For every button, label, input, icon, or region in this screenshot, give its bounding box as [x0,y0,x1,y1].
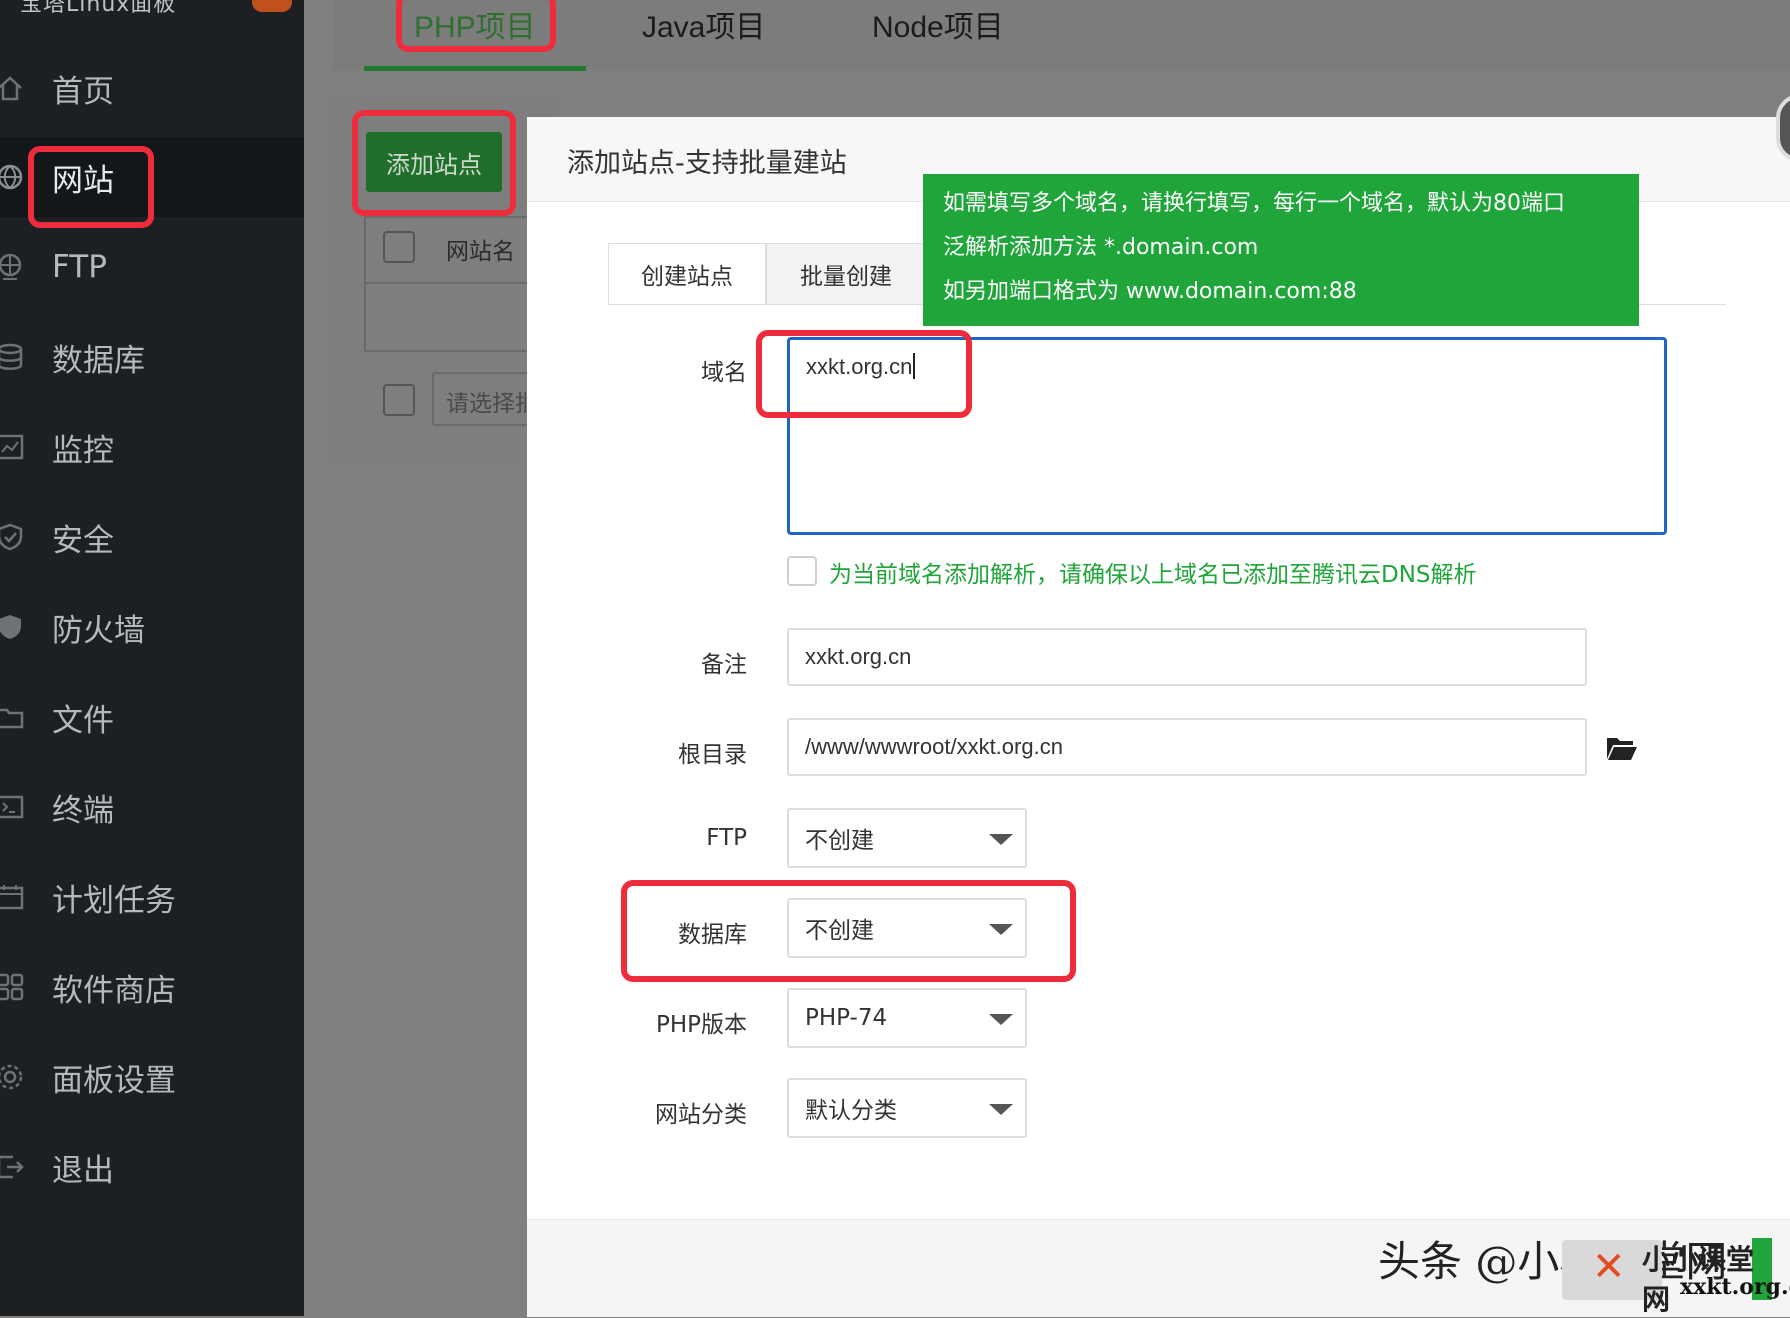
dns-resolve-checkbox[interactable] [787,556,817,586]
php-version-label: PHP版本 [655,1012,747,1038]
monitor-icon [0,431,26,463]
sidebar-item-label: 终端 [52,792,114,829]
sidebar-item-label: 计划任务 [52,882,176,919]
sidebar-item-app-store[interactable]: 软件商店 [0,947,304,1027]
ftp-value: 不创建 [805,828,874,854]
category-label: 网站分类 [655,1102,747,1128]
tab-create-site[interactable]: 创建站点 [608,243,766,305]
gear-icon [0,1061,26,1093]
sidebar-item-ftp[interactable]: FTP [0,227,304,307]
logo-url: xxkt.org.cn [1680,1274,1790,1300]
root-dir-value: /www/wwwroot/xxkt.org.cn [805,734,1063,759]
php-version-select[interactable]: PHP-74 [787,988,1027,1048]
ftp-label: FTP [706,825,747,851]
highlight-php-tab [396,0,556,52]
chevron-down-icon [989,834,1013,845]
terminal-icon [0,791,26,823]
sidebar-item-files[interactable]: 文件 [0,677,304,757]
sidebar-item-database[interactable]: 数据库 [0,317,304,397]
calendar-icon [0,881,26,913]
sidebar-item-monitor[interactable]: 监控 [0,407,304,487]
firewall-icon [0,611,26,643]
logo-x-icon: ✕ [1592,1244,1626,1290]
highlight-database [621,880,1076,982]
sidebar-item-label: 面板设置 [52,1062,176,1099]
sidebar-item-security[interactable]: 安全 [0,497,304,577]
highlight-domain [756,330,972,418]
chevron-down-icon [989,1014,1013,1025]
dns-resolve-label: 为当前域名添加解析，请确保以上域名已添加至腾讯云DNS解析 [829,562,1477,588]
logout-icon [0,1151,26,1183]
category-value: 默认分类 [805,1098,897,1124]
domain-tooltip: 如需填写多个域名，请换行填写，每行一个域名，默认为80端口 泛解析添加方法 *.… [923,174,1639,326]
select-all-checkbox[interactable] [383,231,415,263]
remark-label: 备注 [701,652,747,678]
apps-icon [0,971,26,1003]
tooltip-line: 如需填写多个域名，请换行填写，每行一个域名，默认为80端口 [943,191,1565,216]
ftp-icon [0,251,26,283]
tab-java-project[interactable]: Java项目 [642,2,765,46]
sidebar-item-label: 文件 [52,702,114,739]
sidebar-brand-area: 宝塔Linux面板 [0,0,304,40]
batch-checkbox[interactable] [383,384,415,416]
highlight-website [28,146,154,228]
brand-title: 宝塔Linux面板 [20,0,177,17]
shield-check-icon [0,521,26,553]
folder-open-icon[interactable] [1606,734,1638,762]
root-dir-label: 根目录 [678,742,747,768]
modal-title: 添加站点-支持批量建站 [567,148,847,179]
category-select[interactable]: 默认分类 [787,1078,1027,1138]
tooltip-line: 泛解析添加方法 *.domain.com [943,235,1259,260]
active-tab-underline [364,66,586,71]
sidebar-item-terminal[interactable]: 终端 [0,767,304,847]
sidebar-item-logout[interactable]: 退出 [0,1127,304,1207]
tab-node-project[interactable]: Node项目 [872,2,1004,46]
sidebar-item-cron[interactable]: 计划任务 [0,857,304,937]
database-icon [0,341,26,373]
sidebar-item-label: 软件商店 [52,972,176,1009]
notification-badge[interactable] [252,0,292,12]
sidebar-item-label: 安全 [52,522,114,559]
home-icon [0,72,26,104]
sidebar-item-label: 防火墙 [52,612,145,649]
domain-label: 域名 [701,360,747,386]
ftp-select[interactable]: 不创建 [787,808,1027,868]
remark-input[interactable]: xxkt.org.cn [787,628,1587,686]
remark-value: xxkt.org.cn [805,644,912,669]
batch-select-placeholder: 请选择批 [446,391,526,417]
root-dir-input[interactable]: /www/wwwroot/xxkt.org.cn [787,718,1587,776]
column-site-name: 网站名 [446,239,515,265]
sidebar-item-label: 首页 [52,73,114,110]
folder-icon [0,701,26,733]
tooltip-line: 如另加端口格式为 www.domain.com:88 [943,279,1357,304]
php-version-value: PHP-74 [805,1005,888,1031]
highlight-add-site [352,110,516,216]
tab-batch-create[interactable]: 批量创建 [766,243,926,305]
sidebar-item-label: FTP [52,249,107,285]
sidebar-item-home[interactable]: 首页 [0,48,304,128]
chevron-down-icon [989,1104,1013,1115]
sidebar-item-panel-settings[interactable]: 面板设置 [0,1037,304,1117]
watermark-logo: ✕ 小小课堂网 xxkt.org.cn [1562,1240,1790,1316]
sidebar-item-label: 监控 [52,432,114,469]
sidebar-item-firewall[interactable]: 防火墙 [0,587,304,667]
globe-icon [0,161,26,193]
sidebar-item-label: 退出 [52,1152,114,1189]
sidebar-item-label: 数据库 [52,342,145,379]
